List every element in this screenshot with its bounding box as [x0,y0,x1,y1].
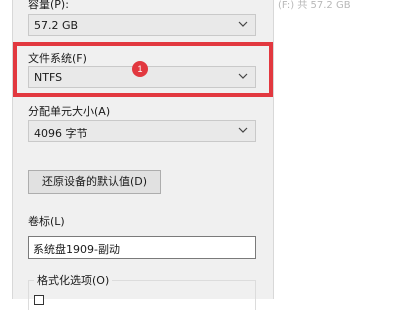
step-badge: 1 [132,61,148,77]
background-window-text: (F:) 共 57.2 GB [278,0,351,10]
allocation-select[interactable]: 4096 字节 [28,120,256,142]
capacity-value: 57.2 GB [34,19,79,32]
capacity-label: 容量(P): [28,0,69,11]
chevron-down-icon [238,19,248,29]
volume-label-value: 系统盘1909-副动 [33,243,120,256]
allocation-label: 分配单元大小(A) [28,105,111,118]
chevron-down-icon [238,125,248,135]
format-options-label: 格式化选项(O) [34,272,113,288]
restore-defaults-button[interactable]: 还原设备的默认值(D) [28,170,161,194]
allocation-value: 4096 字节 [34,127,88,140]
volume-label: 卷标(L) [28,215,65,228]
capacity-select[interactable]: 57.2 GB [28,14,256,36]
quick-format-checkbox[interactable] [34,295,44,305]
volume-label-input[interactable]: 系统盘1909-副动 [28,236,256,259]
